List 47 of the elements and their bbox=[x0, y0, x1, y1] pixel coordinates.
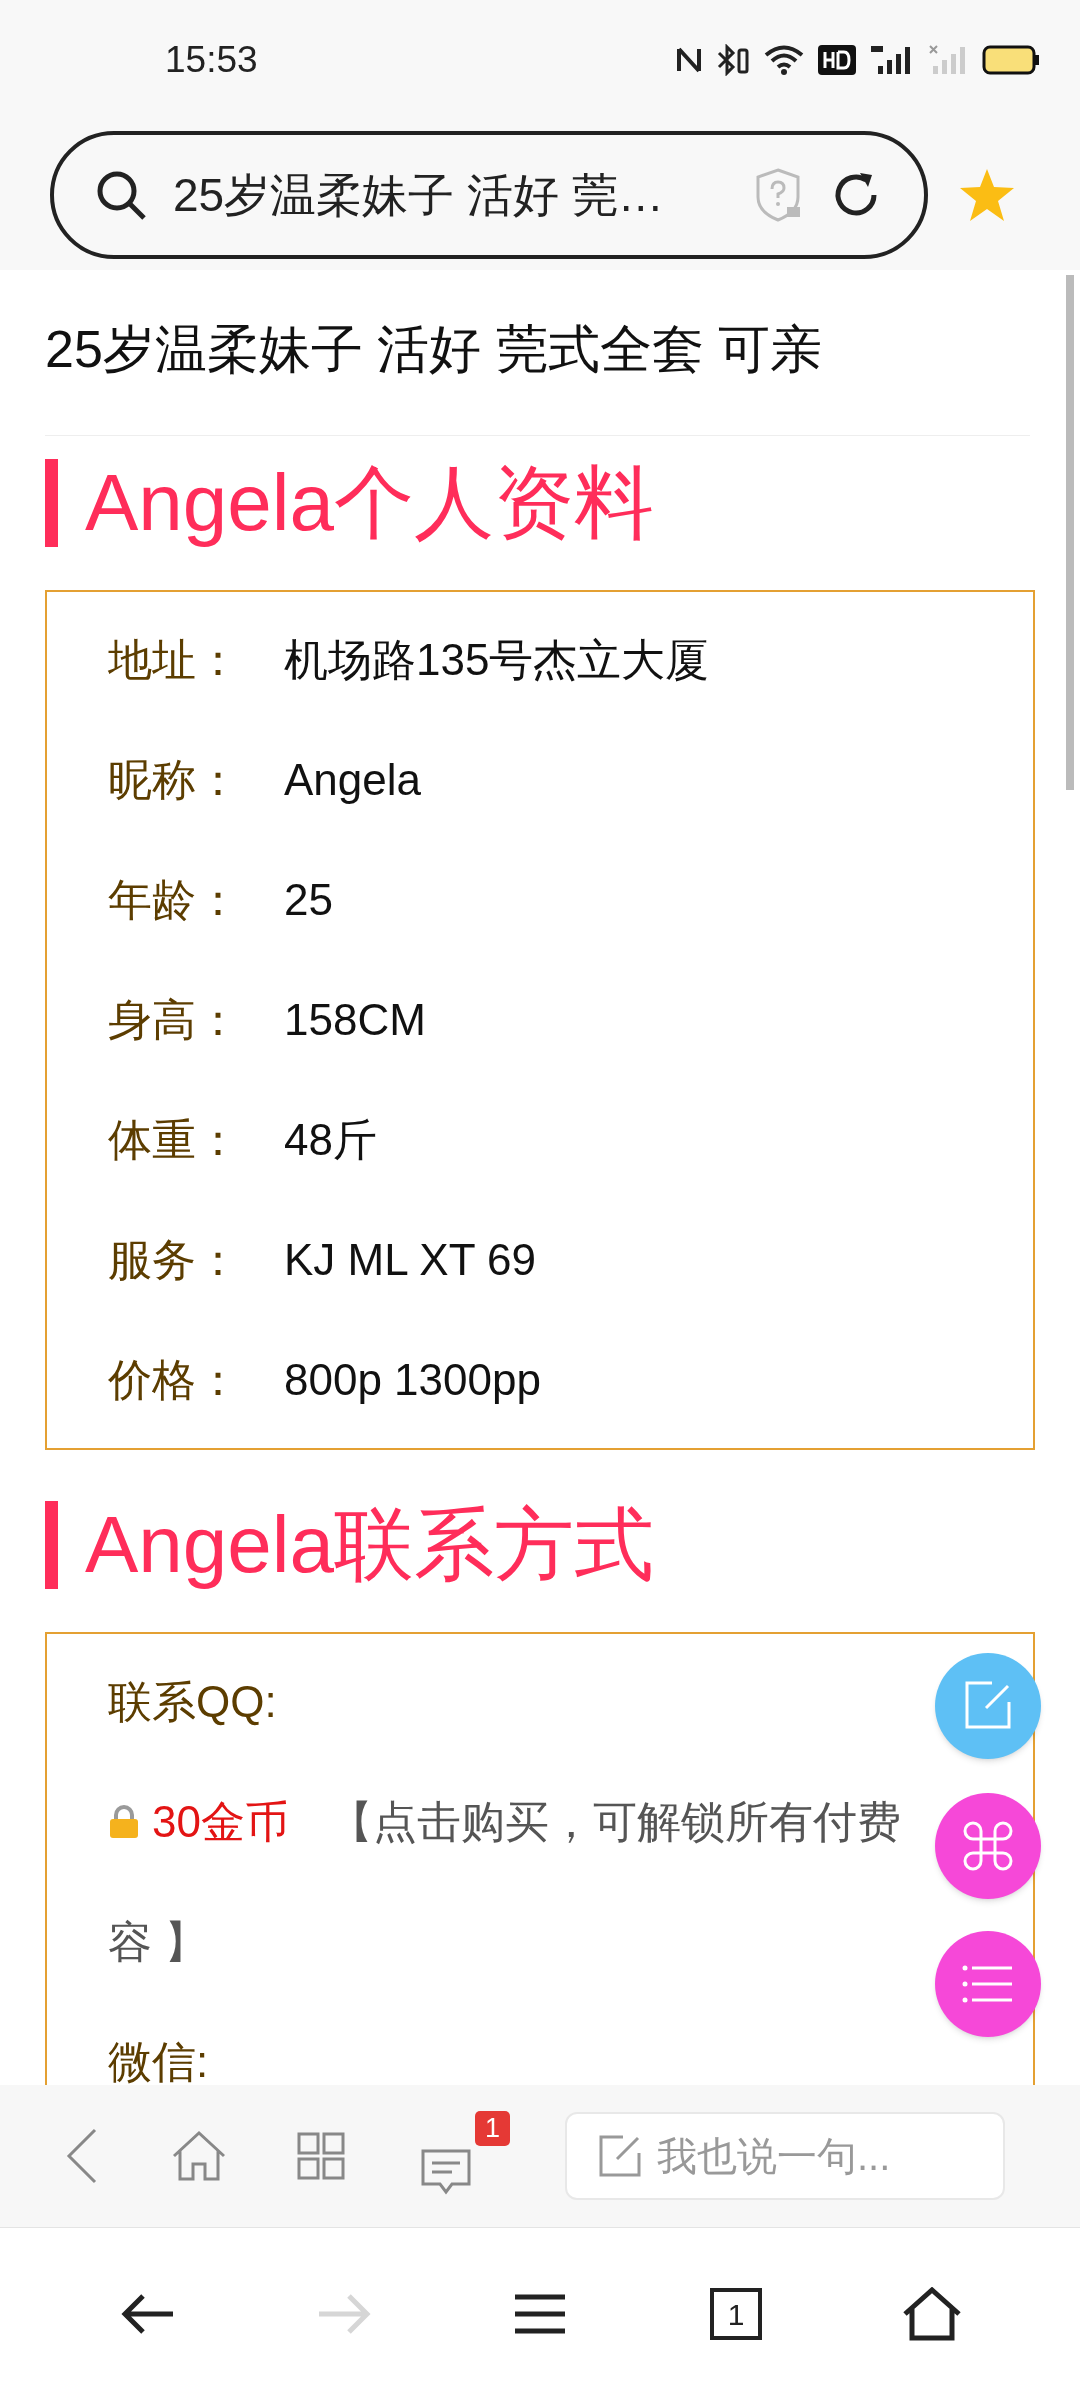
field-value: Angela bbox=[284, 754, 421, 806]
field-value: KJ ML XT 69 bbox=[284, 1234, 536, 1286]
purchase-link[interactable]: 容 】 bbox=[108, 1909, 209, 1975]
field-label: 地址： bbox=[108, 634, 241, 686]
home-icon bbox=[902, 2287, 962, 2341]
edit-icon bbox=[599, 2135, 641, 2177]
field-label: 年龄： bbox=[108, 874, 241, 926]
section-heading: Angela个人资料 bbox=[85, 457, 655, 549]
field-label: 微信: bbox=[108, 2036, 209, 2085]
list-icon bbox=[962, 1964, 1014, 2004]
wifi-icon bbox=[764, 44, 804, 76]
address-bar[interactable]: 25岁温柔妹子 活好 莞… bbox=[50, 131, 928, 259]
field-label: 服务： bbox=[108, 1234, 241, 1286]
notification-badge: 1 bbox=[475, 2111, 510, 2146]
tabs-button[interactable]: 1 bbox=[676, 2264, 796, 2364]
price-text: 30金币 bbox=[152, 1796, 289, 1848]
star-icon[interactable] bbox=[958, 167, 1016, 223]
forward-arrow-icon bbox=[317, 2294, 371, 2334]
field-value: 158CM bbox=[284, 994, 426, 1046]
page-heading: 25岁温柔妹子 活好 莞式全套 可亲 bbox=[45, 270, 1030, 436]
grid-icon[interactable] bbox=[297, 2132, 345, 2180]
nfc-icon bbox=[676, 45, 702, 75]
hd-icon bbox=[818, 45, 856, 75]
clock-time: 15:53 bbox=[165, 38, 258, 83]
command-icon bbox=[963, 1821, 1013, 1871]
signal-icon bbox=[928, 44, 968, 76]
field-label: 昵称： bbox=[108, 754, 241, 806]
purchase-link[interactable]: 【点击购买，可解锁所有付费 bbox=[328, 1789, 901, 1855]
menu-icon bbox=[513, 2294, 567, 2334]
comment-field[interactable]: 我也说一句... bbox=[565, 2112, 1005, 2200]
field-label: 联系QQ: bbox=[108, 1676, 277, 1728]
home-icon[interactable] bbox=[171, 2130, 227, 2182]
field-label: 体重： bbox=[108, 1114, 241, 1166]
field-label: 价格： bbox=[108, 1354, 241, 1406]
field-value: 800p 1300pp bbox=[284, 1354, 541, 1406]
lock-icon bbox=[108, 1805, 140, 1839]
comment-icon[interactable] bbox=[420, 2148, 472, 2196]
back-icon[interactable] bbox=[65, 2128, 99, 2184]
page-title-text: 25岁温柔妹子 活好 莞… bbox=[173, 167, 665, 223]
bluetooth-icon bbox=[716, 44, 750, 76]
field-label: 身高： bbox=[108, 994, 241, 1046]
field-value: 25 bbox=[284, 874, 333, 926]
battery-icon bbox=[982, 45, 1040, 75]
field-value: 48斤 bbox=[284, 1114, 377, 1166]
back-arrow-icon bbox=[121, 2294, 175, 2334]
field-value: 机场路135号杰立大厦 bbox=[284, 634, 710, 686]
section-heading: Angela联系方式 bbox=[85, 1499, 655, 1591]
